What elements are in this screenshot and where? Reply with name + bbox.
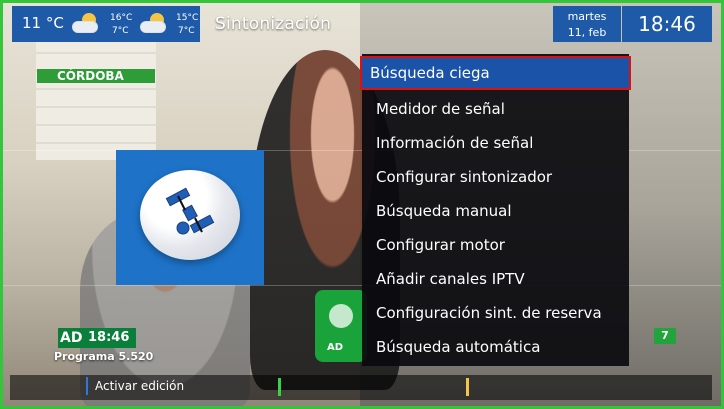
partly-cloudy-icon xyxy=(140,13,170,35)
menu-item-configurar-sintonizador[interactable]: Configurar sintonizador xyxy=(368,162,623,192)
menu-item-config-sint-reserva[interactable]: Configuración sint. de reserva xyxy=(368,298,623,328)
menu-item-configurar-motor[interactable]: Configurar motor xyxy=(368,230,623,260)
background-board xyxy=(36,40,156,160)
date-label: 11, feb xyxy=(567,26,607,39)
ad-brand: AD xyxy=(60,330,83,346)
microphone-logo-shape xyxy=(329,304,353,328)
top-bar: 11 °C 16°C 7°C 15°C 7°C Sintonización ma… xyxy=(12,6,712,42)
menu-item-anadir-canales-iptv[interactable]: Añadir canales IPTV xyxy=(368,264,623,294)
yellow-key-indicator xyxy=(466,378,469,396)
weekday-label: martes xyxy=(567,10,607,23)
forecast-1-high: 16°C xyxy=(110,13,133,23)
partly-cloudy-icon xyxy=(72,13,102,35)
channel-time: 18:46 xyxy=(88,330,130,345)
activate-edit-hint[interactable]: Activar edición xyxy=(86,377,184,395)
tv-screen: CÓRDOBA AD 18:46 Programa 5.520 AD 7 11 … xyxy=(0,0,724,409)
weather-panel: 11 °C 16°C 7°C 15°C 7°C xyxy=(12,6,200,42)
clock-panel: 18:46 xyxy=(622,6,712,42)
satellite-glyph xyxy=(165,187,215,235)
region-label: CÓRDOBA xyxy=(37,69,155,83)
menu-item-busqueda-ciega[interactable]: Búsqueda ciega xyxy=(360,56,631,90)
forecast-1-low: 7°C xyxy=(112,26,129,36)
menu-item-busqueda-manual[interactable]: Búsqueda manual xyxy=(368,196,623,226)
satellite-icon xyxy=(140,170,240,260)
microphone-icon: AD xyxy=(315,290,367,362)
forecast-2-high: 15°C xyxy=(176,13,199,23)
green-key-indicator xyxy=(278,378,281,396)
tuning-menu: Búsqueda ciega Medidor de señal Informac… xyxy=(360,54,631,366)
menu-item-informacion-senal[interactable]: Información de señal xyxy=(368,128,623,158)
satellite-tile xyxy=(116,150,264,285)
page-title: Sintonización xyxy=(215,14,332,34)
forecast-2-low: 7°C xyxy=(178,26,195,36)
clock-time: 18:46 xyxy=(638,12,696,36)
current-temperature: 11 °C xyxy=(22,14,64,32)
channel-number-badge: 7 xyxy=(654,328,676,344)
menu-item-busqueda-automatica[interactable]: Búsqueda automática xyxy=(368,332,623,362)
channel-logo: AD 18:46 xyxy=(58,328,136,348)
program-label: Programa 5.520 xyxy=(54,350,154,363)
menu-item-medidor-senal[interactable]: Medidor de señal xyxy=(368,94,623,124)
microphone-brand: AD xyxy=(327,342,344,353)
date-panel: martes 11, feb xyxy=(553,6,621,42)
